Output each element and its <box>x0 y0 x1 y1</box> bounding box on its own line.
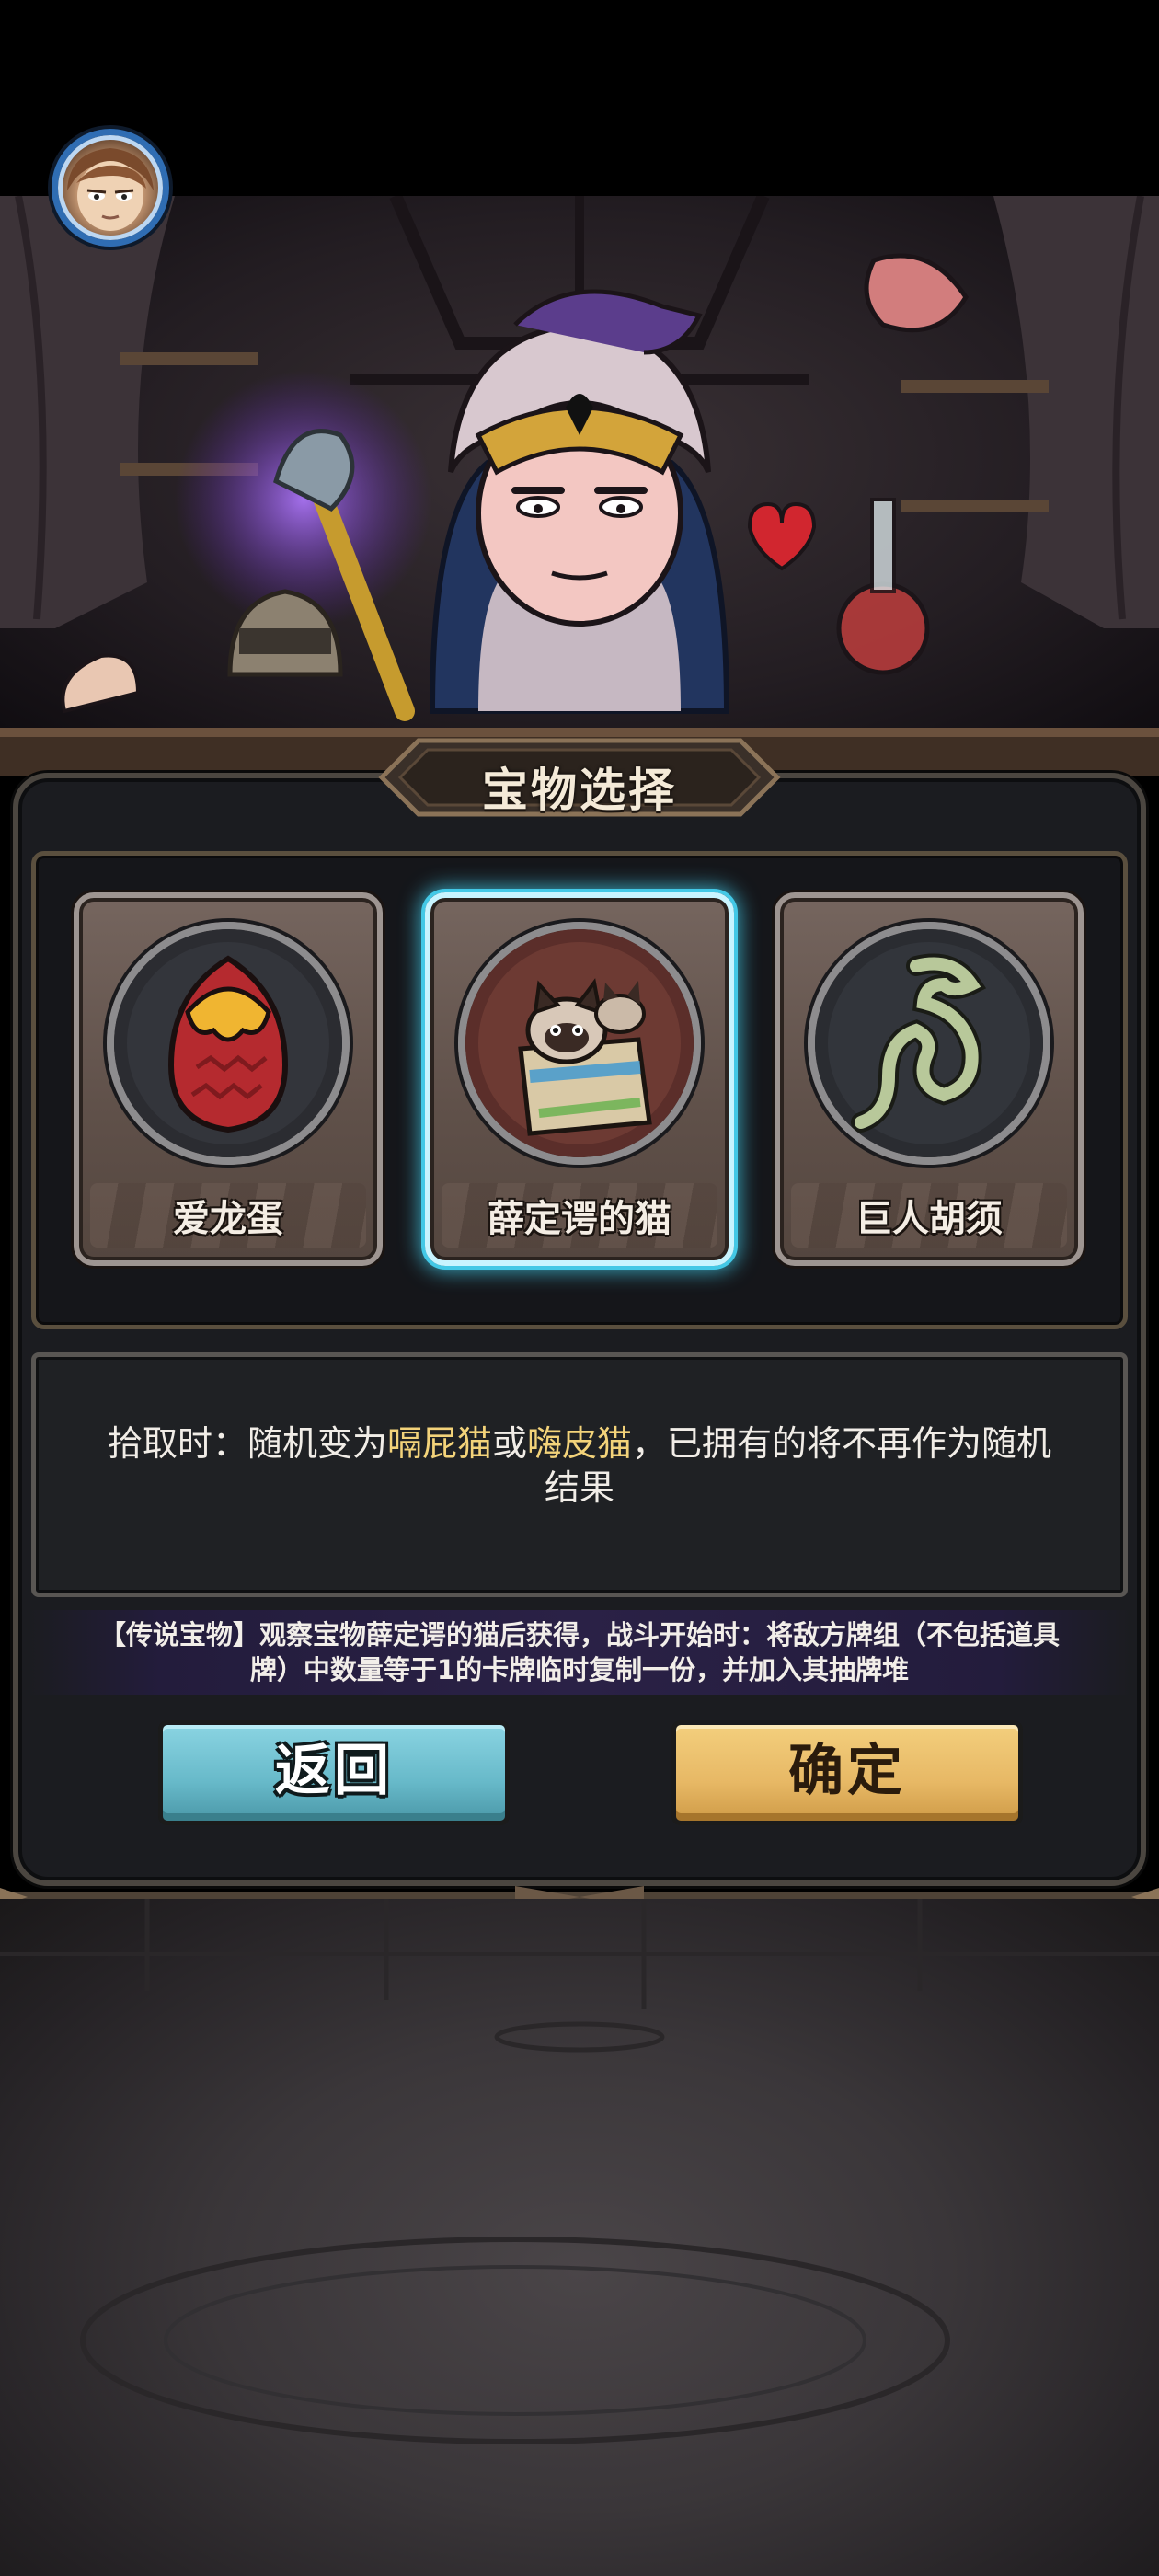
keyword-happy-cat: 嗨皮猫 <box>527 1423 633 1464</box>
shopkeeper-illustration <box>0 196 1159 776</box>
shop-scene <box>0 196 1159 776</box>
treasure-orb <box>808 922 1050 1165</box>
giant-beard-icon <box>815 929 1043 1157</box>
treasure-card-dragon-egg[interactable]: 爱龙蛋 <box>74 892 383 1266</box>
description-middle: 或 <box>491 1423 527 1464</box>
top-status-bar <box>0 0 1159 196</box>
game-screen: 宝物选择 爱龙蛋 薛定谔的猫 巨人胡须 拾取时：随机变为嗝屁猫或嗨皮猫，已拥有的… <box>0 0 1159 2576</box>
floor-illustration <box>0 1899 1159 2444</box>
dialog-title: 宝物选择 <box>482 764 677 817</box>
treasure-orb <box>107 922 350 1165</box>
player-avatar-icon <box>67 148 154 231</box>
back-button[interactable]: 返回 <box>158 1720 510 1825</box>
treasure-description: 拾取时：随机变为嗝屁猫或嗨皮猫，已拥有的将不再作为随机结果 <box>91 1421 1068 1510</box>
player-avatar[interactable] <box>52 129 169 247</box>
treasure-card-giant-beard[interactable]: 巨人胡须 <box>775 892 1084 1266</box>
legendary-note: 【传说宝物】观察宝物薛定谔的猫后获得，战斗开始时：将敌方牌组（不包括道具牌）中数… <box>98 1619 1060 1685</box>
keyword-dead-cat: 嗝屁猫 <box>386 1423 492 1464</box>
dragon-egg-icon <box>114 929 342 1157</box>
cat-in-box-icon <box>465 929 694 1157</box>
floor-scene <box>0 1899 1159 2576</box>
dialog-title-plate: 宝物选择 <box>373 731 786 823</box>
treasure-name: 爱龙蛋 <box>173 1198 283 1240</box>
treasure-orb <box>458 922 701 1165</box>
treasure-name: 巨人胡须 <box>855 1198 1003 1240</box>
treasure-description-box: 拾取时：随机变为嗝屁猫或嗨皮猫，已拥有的将不再作为随机结果 <box>31 1352 1128 1597</box>
confirm-button[interactable]: 确定 <box>671 1720 1023 1825</box>
treasure-name: 薛定谔的猫 <box>488 1198 671 1240</box>
legendary-note-band: 【传说宝物】观察宝物薛定谔的猫后获得，战斗开始时：将敌方牌组（不包括道具牌）中数… <box>28 1610 1131 1695</box>
description-prefix: 拾取时：随机变为 <box>107 1423 387 1464</box>
treasure-card-schrodinger-cat[interactable]: 薛定谔的猫 <box>425 892 734 1266</box>
